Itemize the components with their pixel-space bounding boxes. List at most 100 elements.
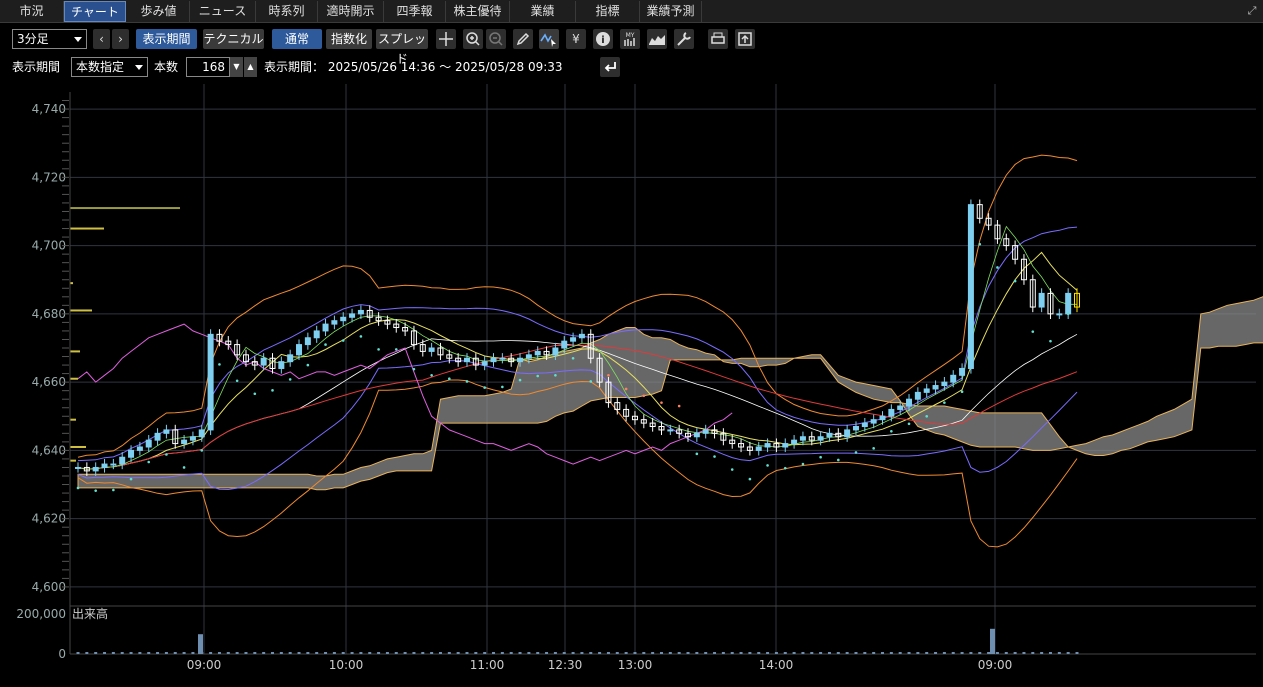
candle-body <box>517 357 524 363</box>
volume-bar <box>111 652 115 654</box>
volume-bar <box>76 652 80 654</box>
volume-bar <box>960 652 964 654</box>
tab-chart[interactable]: チャート <box>64 1 126 22</box>
sar-dot <box>218 363 221 366</box>
sar-dot <box>200 449 204 452</box>
period-mode-select[interactable]: 本数指定 <box>71 57 148 77</box>
my-indicator-icon[interactable]: MY <box>620 29 640 49</box>
sar-dot <box>341 339 345 342</box>
volume-bar <box>279 652 283 654</box>
info-icon[interactable]: i <box>593 29 613 49</box>
sar-dot <box>182 466 186 469</box>
tab-forecast[interactable]: 業績予測 <box>640 1 702 22</box>
volume-bar <box>978 652 982 654</box>
candle-body <box>349 313 356 318</box>
tab-shikiho[interactable]: 四季報 <box>384 1 446 22</box>
crosshair-icon[interactable] <box>436 29 456 49</box>
volume-bar <box>341 652 345 654</box>
next-button[interactable]: › <box>112 29 129 49</box>
sar-dot <box>554 374 557 377</box>
profile-bar <box>70 459 76 462</box>
timeframe-select[interactable]: 3分足 <box>12 29 87 49</box>
volume-bar <box>990 628 995 654</box>
print-icon[interactable] <box>708 29 728 49</box>
count-up-button[interactable]: ▲ <box>244 57 257 77</box>
volume-bar <box>85 652 89 654</box>
volume-bar <box>244 652 248 654</box>
prev-button[interactable]: ‹ <box>93 29 110 49</box>
x-tick-label: 09:00 <box>978 658 1013 672</box>
expand-icon[interactable]: ⤢ <box>1245 4 1259 18</box>
zoom-in-icon[interactable] <box>463 29 483 49</box>
sar-dot <box>960 390 964 393</box>
period-button[interactable]: 表示期間 <box>136 29 197 49</box>
sar-dot <box>589 380 593 383</box>
chart-cursor-icon[interactable] <box>539 29 559 49</box>
pencil-icon[interactable] <box>513 29 533 49</box>
tab-news[interactable]: ニュース <box>190 1 256 22</box>
area-chart-icon[interactable] <box>647 29 667 49</box>
sar-dot <box>324 343 327 346</box>
sar-dot <box>129 477 133 481</box>
volume-bar <box>598 652 602 654</box>
price-chart[interactable]: 4,740 4,720 4,700 4,680 4,660 4,640 4,620 4,600… <box>0 84 1263 687</box>
candle-body <box>260 357 267 366</box>
candle-body <box>340 316 347 322</box>
x-tick-label: 13:00 <box>618 658 653 672</box>
wrench-icon[interactable] <box>674 29 694 49</box>
volume-bar <box>907 652 911 654</box>
volume-bar <box>120 652 124 654</box>
sar-dot <box>624 387 628 391</box>
volume-bar <box>819 652 823 654</box>
technical-button[interactable]: テクニカル <box>203 29 264 49</box>
volume-label: 出来高 <box>72 606 108 621</box>
yen-icon[interactable]: ¥ <box>566 29 586 49</box>
tab-earnings[interactable]: 業績 <box>510 1 576 22</box>
volume-bar <box>359 652 363 654</box>
x-tick-label: 09:00 <box>187 658 222 672</box>
sar-dot <box>394 348 398 351</box>
candle-body <box>897 405 904 410</box>
volume-bar <box>934 652 938 654</box>
sar-dot <box>925 414 929 418</box>
volume-bar <box>995 652 999 654</box>
volume-bar <box>987 652 991 654</box>
sar-dot <box>94 489 97 492</box>
count-label: 本数 <box>154 60 179 74</box>
tab-disclosure[interactable]: 適時開示 <box>318 1 384 22</box>
sar-dot <box>996 266 999 269</box>
tab-ticks[interactable]: 歩み値 <box>128 1 190 22</box>
tab-market[interactable]: 市況 <box>0 1 64 22</box>
candle-body <box>154 432 161 441</box>
candle-body <box>888 408 895 417</box>
sar-dot <box>147 460 151 464</box>
candle-body <box>163 429 170 434</box>
export-icon[interactable] <box>735 29 755 49</box>
tab-indicators[interactable]: 指標 <box>576 1 640 22</box>
chart-area[interactable]: 4,740 4,720 4,700 4,680 4,660 4,640 4,620 4,600… <box>0 84 1263 687</box>
tab-history[interactable]: 時系列 <box>256 1 318 22</box>
normal-button[interactable]: 通常 <box>272 29 322 49</box>
count-input[interactable]: 168 <box>186 57 230 77</box>
tab-benefits[interactable]: 株主優待 <box>446 1 510 22</box>
sar-dot <box>306 363 310 367</box>
sar-dot <box>76 486 80 490</box>
spread-button[interactable]: スプレッド <box>376 29 428 66</box>
volume-bar <box>545 652 549 654</box>
candle-body <box>75 466 81 469</box>
reset-icon[interactable] <box>600 57 620 77</box>
volume-bar <box>1075 652 1079 654</box>
candle-body <box>463 357 470 363</box>
sar-dot <box>748 477 752 481</box>
zoom-out-icon[interactable] <box>486 29 506 49</box>
volume-bar <box>677 652 681 654</box>
volume-bar <box>872 652 876 654</box>
index-button[interactable]: 指数化 <box>326 29 372 49</box>
count-down-button[interactable]: ▼ <box>230 57 243 77</box>
sar-dot <box>907 422 911 426</box>
candle-body <box>322 323 329 332</box>
candle-body <box>782 443 789 448</box>
volume-bar <box>332 652 336 654</box>
candle-body <box>570 337 577 342</box>
x-tick-label: 11:00 <box>470 658 505 672</box>
